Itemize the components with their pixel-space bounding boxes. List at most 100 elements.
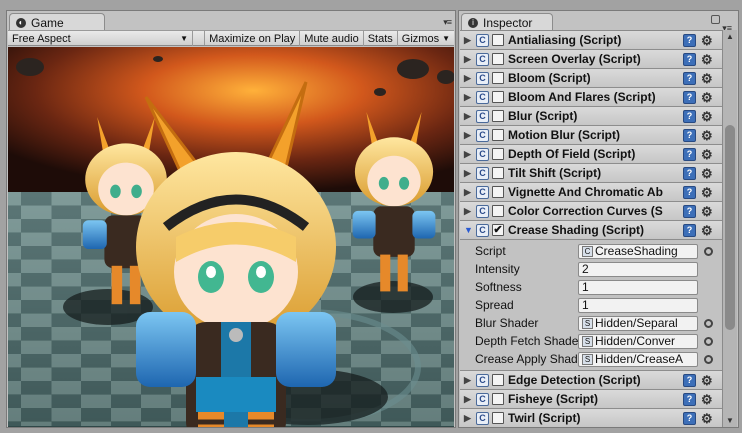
help-icon[interactable]: ? [683, 393, 696, 406]
panel-menu-icon[interactable]: ▾≡ [443, 17, 452, 28]
maximize-on-play-toggle[interactable]: Maximize on Play [205, 31, 301, 46]
enabled-checkbox[interactable] [492, 72, 504, 84]
scroll-down-icon[interactable]: ▼ [726, 416, 734, 425]
foldout-closed-icon[interactable]: ▶ [464, 130, 474, 141]
help-icon[interactable]: ? [683, 167, 696, 180]
object-picker-icon[interactable] [704, 246, 713, 256]
gear-icon[interactable]: ⚙ [701, 33, 713, 49]
component-title: Bloom (Script) [508, 71, 591, 85]
component-header[interactable]: ▶ C Bloom (Script)? ⚙ [460, 69, 722, 88]
spread-field[interactable]: 1 [578, 297, 698, 313]
lock-icon[interactable] [711, 15, 720, 24]
crease-apply-shader-field[interactable]: S Hidden/CreaseA [578, 351, 698, 367]
scroll-up-icon[interactable]: ▲ [726, 32, 734, 41]
intensity-field[interactable]: 2 [578, 261, 698, 277]
foldout-closed-icon[interactable]: ▶ [464, 413, 474, 424]
gear-icon[interactable]: ⚙ [701, 392, 713, 408]
stats-toggle[interactable]: Stats [364, 31, 398, 46]
foldout-closed-icon[interactable]: ▶ [464, 394, 474, 405]
component-header[interactable]: ▶ C Blur (Script)? ⚙ [460, 107, 722, 126]
gear-icon[interactable]: ⚙ [701, 71, 713, 87]
gear-icon[interactable]: ⚙ [701, 185, 713, 201]
enabled-checkbox[interactable] [492, 91, 504, 103]
component-header[interactable]: ▶ C Vignette And Chromatic Ab? ⚙ [460, 183, 722, 202]
gear-icon[interactable]: ⚙ [701, 147, 713, 163]
foldout-closed-icon[interactable]: ▶ [464, 206, 474, 217]
help-icon[interactable]: ? [683, 53, 696, 66]
blur-shader-field[interactable]: S Hidden/Separal [578, 315, 698, 331]
help-icon[interactable]: ? [683, 186, 696, 199]
gear-icon[interactable]: ⚙ [701, 204, 713, 220]
gizmos-dropdown[interactable]: Gizmos ▼ [398, 31, 454, 46]
enabled-checkbox[interactable] [492, 53, 504, 65]
help-icon[interactable]: ? [683, 224, 696, 237]
object-picker-icon[interactable] [704, 336, 713, 346]
gear-icon[interactable]: ⚙ [701, 373, 713, 389]
foldout-open-icon[interactable]: ▼ [464, 225, 474, 235]
component-header[interactable]: ▶ C Motion Blur (Script)? ⚙ [460, 126, 722, 145]
foldout-closed-icon[interactable]: ▶ [464, 35, 474, 46]
foldout-closed-icon[interactable]: ▶ [464, 149, 474, 160]
depth-fetch-shader-field[interactable]: S Hidden/Conver [578, 333, 698, 349]
component-header[interactable]: ▶ C Color Correction Curves (S? ⚙ [460, 202, 722, 221]
gear-icon[interactable]: ⚙ [701, 52, 713, 68]
help-icon[interactable]: ? [683, 148, 696, 161]
component-header[interactable]: ▶ C Depth Of Field (Script)? ⚙ [460, 145, 722, 164]
foldout-closed-icon[interactable]: ▶ [464, 54, 474, 65]
help-icon[interactable]: ? [683, 72, 696, 85]
aspect-dropdown[interactable]: Free Aspect ▼ [8, 31, 193, 46]
help-icon[interactable]: ? [683, 412, 696, 425]
chevron-down-icon: ▼ [442, 34, 450, 43]
gear-icon[interactable]: ⚙ [701, 166, 713, 182]
gear-icon[interactable]: ⚙ [701, 411, 713, 427]
component-header[interactable]: ▶ C Twirl (Script)? ⚙ [460, 409, 722, 427]
help-icon[interactable]: ? [683, 129, 696, 142]
object-picker-icon[interactable] [704, 354, 713, 364]
script-icon: C [476, 223, 489, 237]
foldout-closed-icon[interactable]: ▶ [464, 168, 474, 179]
object-picker-icon[interactable] [704, 318, 713, 328]
help-icon[interactable]: ? [683, 205, 696, 218]
component-header[interactable]: ▶ C Fisheye (Script)? ⚙ [460, 390, 722, 409]
softness-field[interactable]: 1 [578, 279, 698, 295]
enabled-checkbox[interactable] [492, 374, 504, 386]
enabled-checkbox[interactable] [492, 393, 504, 405]
foldout-closed-icon[interactable]: ▶ [464, 73, 474, 84]
gear-icon[interactable]: ⚙ [701, 90, 713, 106]
help-icon[interactable]: ? [683, 374, 696, 387]
script-field[interactable]: C CreaseShading [578, 243, 698, 259]
foldout-closed-icon[interactable]: ▶ [464, 111, 474, 122]
gear-icon[interactable]: ⚙ [701, 109, 713, 125]
enabled-checkbox[interactable] [492, 110, 504, 122]
tab-inspector[interactable]: i Inspector [461, 13, 553, 31]
enabled-checkbox[interactable] [492, 412, 504, 424]
help-icon[interactable]: ? [683, 91, 696, 104]
enabled-checkbox[interactable]: ✔ [492, 224, 504, 236]
help-icon[interactable]: ? [683, 110, 696, 123]
inspector-scrollbar[interactable]: ▲ ▼ [722, 30, 737, 427]
component-header-crease-shading[interactable]: ▼ C ✔ Crease Shading (Script) ? ⚙ [460, 221, 722, 240]
component-header[interactable]: ▶ C Antialiasing (Script)? ⚙ [460, 31, 722, 50]
component-header[interactable]: ▶ C Tilt Shift (Script)? ⚙ [460, 164, 722, 183]
enabled-checkbox[interactable] [492, 186, 504, 198]
gear-icon[interactable]: ⚙ [701, 128, 713, 144]
gear-icon[interactable]: ⚙ [701, 223, 713, 239]
enabled-checkbox[interactable] [492, 205, 504, 217]
help-icon[interactable]: ? [683, 34, 696, 47]
enabled-checkbox[interactable] [492, 148, 504, 160]
tab-game[interactable]: ◐ Game [9, 13, 105, 31]
enabled-checkbox[interactable] [492, 129, 504, 141]
property-label: Softness [475, 280, 522, 294]
component-header[interactable]: ▶ C Screen Overlay (Script)? ⚙ [460, 50, 722, 69]
scrollbar-thumb[interactable] [725, 125, 735, 330]
mute-audio-toggle[interactable]: Mute audio [300, 31, 364, 46]
foldout-closed-icon[interactable]: ▶ [464, 375, 474, 386]
component-header[interactable]: ▶ C Edge Detection (Script)? ⚙ [460, 371, 722, 390]
foldout-closed-icon[interactable]: ▶ [464, 92, 474, 103]
foldout-closed-icon[interactable]: ▶ [464, 187, 474, 198]
enabled-checkbox[interactable] [492, 34, 504, 46]
component-header[interactable]: ▶ C Bloom And Flares (Script)? ⚙ [460, 88, 722, 107]
component-title: Color Correction Curves (S [508, 204, 663, 218]
enabled-checkbox[interactable] [492, 167, 504, 179]
game-viewport[interactable] [8, 47, 454, 427]
